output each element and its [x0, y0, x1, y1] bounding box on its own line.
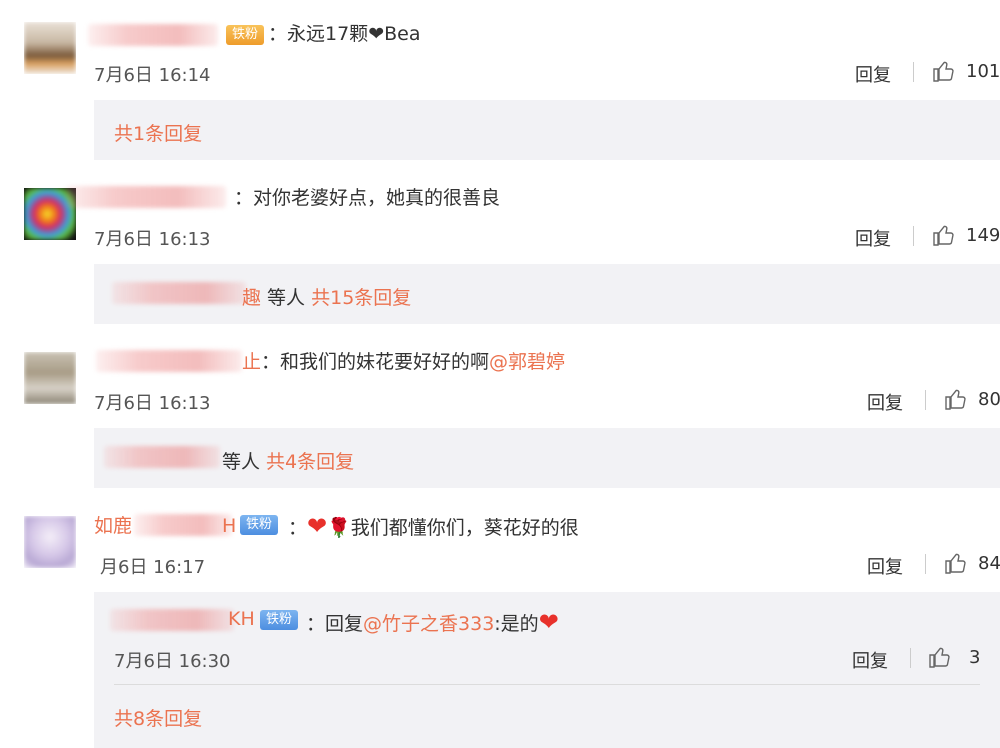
reply-button[interactable]: 回复 [852, 647, 888, 673]
like-count: 3 [969, 647, 981, 668]
comment-text: 止：和我们的妹花要好好的啊@郭碧婷 [242, 351, 566, 373]
sub-reply-content: ：回复@竹子之香333:是的❤ [306, 608, 559, 636]
replier-summary: 等人 共4条回复 [222, 451, 355, 473]
comment-text: ：❤🌹我们都懂你们，葵花好的很 [288, 512, 579, 540]
divider [925, 554, 926, 574]
comment-time: 月6日 16:17 [100, 557, 206, 578]
thumbs-up-icon[interactable] [944, 551, 968, 575]
avatar[interactable] [24, 516, 76, 568]
reply-button[interactable]: 回复 [867, 553, 903, 579]
username-blurred[interactable] [110, 609, 234, 631]
comment-time: 7月6日 16:13 [94, 393, 211, 414]
like-count: 80 [978, 389, 1000, 410]
fan-badge: 铁粉 [240, 515, 279, 535]
username-blurred[interactable] [134, 514, 232, 536]
avatar[interactable] [24, 22, 76, 74]
comment-time: 7月6日 16:14 [94, 65, 211, 86]
heart-icon: ❤ [307, 512, 328, 540]
divider [910, 648, 911, 668]
reply-thread: KH 铁粉 ：回复@竹子之香333:是的❤ 7月6日 16:30 回复 3 共8… [94, 592, 1000, 748]
more-replies-link[interactable]: 共8条回复 [114, 704, 202, 731]
fan-badge: 铁粉 [260, 610, 299, 630]
thumbs-up-icon[interactable] [944, 387, 968, 411]
divider [925, 390, 926, 410]
heart-icon: ❤ [538, 608, 559, 636]
like-count: 101 [966, 61, 1000, 82]
thumbs-up-icon[interactable] [928, 645, 952, 669]
divider [913, 62, 914, 82]
reply-button[interactable]: 回复 [867, 389, 903, 415]
comment-text: ：对你老婆好点，她真的很善良 [234, 187, 501, 209]
sub-reply-text: KH [228, 608, 255, 630]
username-blurred[interactable] [96, 350, 242, 372]
reply-button[interactable]: 回复 [855, 225, 891, 251]
reply-button[interactable]: 回复 [855, 61, 891, 87]
sub-reply-time: 7月6日 16:30 [114, 651, 231, 672]
heart-icon: ❤ [368, 23, 385, 45]
thumbs-up-icon[interactable] [932, 59, 956, 83]
reply-summary: 趣 等人 共15条回复 [94, 264, 1000, 324]
reply-summary: 等人 共4条回复 [94, 428, 1000, 488]
reply-summary: 共1条回复 [94, 100, 1000, 160]
thumbs-up-icon[interactable] [932, 223, 956, 247]
more-replies-link[interactable]: 共4条回复 [266, 451, 354, 473]
divider [913, 226, 914, 246]
comment-time: 7月6日 16:13 [94, 229, 211, 250]
replier-names-blurred [104, 446, 220, 468]
fan-badge: 铁粉 [226, 25, 265, 45]
rose-icon: 🌹 [327, 517, 351, 539]
username-tail: H [222, 515, 237, 537]
username[interactable]: 如鹿 [94, 514, 132, 538]
username-blurred[interactable] [66, 186, 226, 208]
like-count: 149 [966, 225, 1000, 246]
like-count: 84 [978, 553, 1000, 574]
username-blurred[interactable] [88, 24, 218, 46]
comment-text: ：永远17颗❤Bea [268, 23, 421, 45]
divider [114, 684, 980, 685]
replier-names-blurred [112, 282, 246, 304]
more-replies-link[interactable]: 共15条回复 [311, 287, 411, 309]
more-replies-link[interactable]: 共1条回复 [114, 119, 202, 146]
avatar[interactable] [24, 352, 76, 404]
mention-link[interactable]: @竹子之香333 [363, 613, 494, 635]
mention-link[interactable]: @郭碧婷 [489, 351, 565, 373]
replier-summary: 趣 等人 共15条回复 [242, 287, 412, 309]
